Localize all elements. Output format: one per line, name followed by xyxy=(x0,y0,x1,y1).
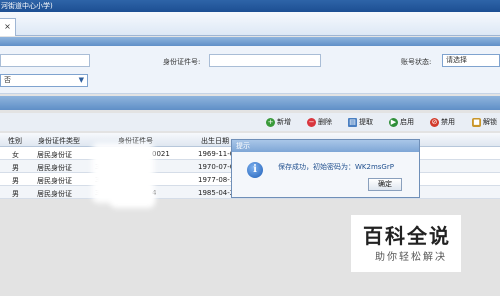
cell-id-type: 居民身份证 xyxy=(37,177,72,185)
account-status-label: 账号状态: xyxy=(401,58,432,66)
cell-id-type: 居民身份证 xyxy=(37,151,72,159)
disable-button[interactable]: ⊘ 禁用 xyxy=(430,116,455,128)
col-birth-date[interactable]: 出生日期 xyxy=(201,136,229,146)
unlock-button[interactable]: ■ 解锁 xyxy=(472,116,497,128)
extract-button[interactable]: ▤ 提取 xyxy=(348,116,373,128)
cell-gender: 男 xyxy=(12,164,19,172)
title-bar: 河街道中心小学) xyxy=(0,0,500,12)
watermark-main: 百科全说 xyxy=(363,224,451,248)
cell-id-type: 居民身份证 xyxy=(37,164,72,172)
left-select[interactable]: 否 ▼ xyxy=(0,74,88,87)
disable-button-label: 禁用 xyxy=(441,118,455,126)
lock-icon: ■ xyxy=(472,117,481,127)
add-icon: + xyxy=(266,117,275,127)
col-gender[interactable]: 性别 xyxy=(8,136,22,146)
delete-icon: − xyxy=(307,117,316,127)
extract-button-label: 提取 xyxy=(359,118,373,126)
enable-icon: ▶ xyxy=(389,117,398,127)
account-status-value: 请选择 xyxy=(446,56,467,64)
unlock-button-label: 解锁 xyxy=(483,118,497,126)
tab-strip: × xyxy=(0,12,500,36)
disable-icon: ⊘ xyxy=(430,117,439,127)
delete-button-label: 删除 xyxy=(318,118,332,126)
redaction-blur xyxy=(110,190,155,208)
close-icon[interactable]: × xyxy=(4,22,11,31)
text-field-1[interactable] xyxy=(0,54,90,67)
cell-id-type: 居民身份证 xyxy=(37,190,72,198)
grid-header-bar xyxy=(0,96,500,110)
id-number-label: 身份证件号: xyxy=(163,58,201,66)
alert-dialog: 提示 i 保存成功，初始密码为：WK2msGrP 确定 xyxy=(231,139,420,198)
extract-icon: ▤ xyxy=(348,117,357,127)
add-button-label: 新增 xyxy=(277,118,291,126)
cell-gender: 女 xyxy=(12,151,19,159)
account-status-select[interactable]: 请选择 xyxy=(442,54,500,67)
watermark-sub: 助你轻松解决 xyxy=(375,252,447,263)
add-button[interactable]: + 新增 xyxy=(266,116,291,128)
search-panel: 身份证件号: 账号状态: 请选择 否 ▼ xyxy=(0,46,500,94)
delete-button[interactable]: − 删除 xyxy=(307,116,332,128)
info-icon: i xyxy=(247,162,263,178)
dialog-title[interactable]: 提示 xyxy=(232,140,419,152)
window-title: 河街道中心小学) xyxy=(1,2,53,10)
col-id-type[interactable]: 身份证件类型 xyxy=(38,136,80,146)
toolbar: + 新增 − 删除 ▤ 提取 ▶ 启用 ⊘ 禁用 ■ 解锁 xyxy=(0,113,500,131)
tab-close-button[interactable]: × xyxy=(0,18,16,36)
cell-gender: 男 xyxy=(12,177,19,185)
cell-id-number: 0021 xyxy=(152,150,170,158)
watermark: 百科全说 助你轻松解决 xyxy=(351,215,461,272)
dialog-message: 保存成功，初始密码为：WK2msGrP xyxy=(278,163,394,171)
enable-button[interactable]: ▶ 启用 xyxy=(389,116,414,128)
chevron-down-icon: ▼ xyxy=(78,76,84,84)
cell-gender: 男 xyxy=(12,190,19,198)
enable-button-label: 启用 xyxy=(400,118,414,126)
ok-button[interactable]: 确定 xyxy=(368,178,402,191)
section-header-bar xyxy=(0,37,500,46)
id-number-input[interactable] xyxy=(209,54,321,67)
left-select-value: 否 xyxy=(4,76,11,84)
